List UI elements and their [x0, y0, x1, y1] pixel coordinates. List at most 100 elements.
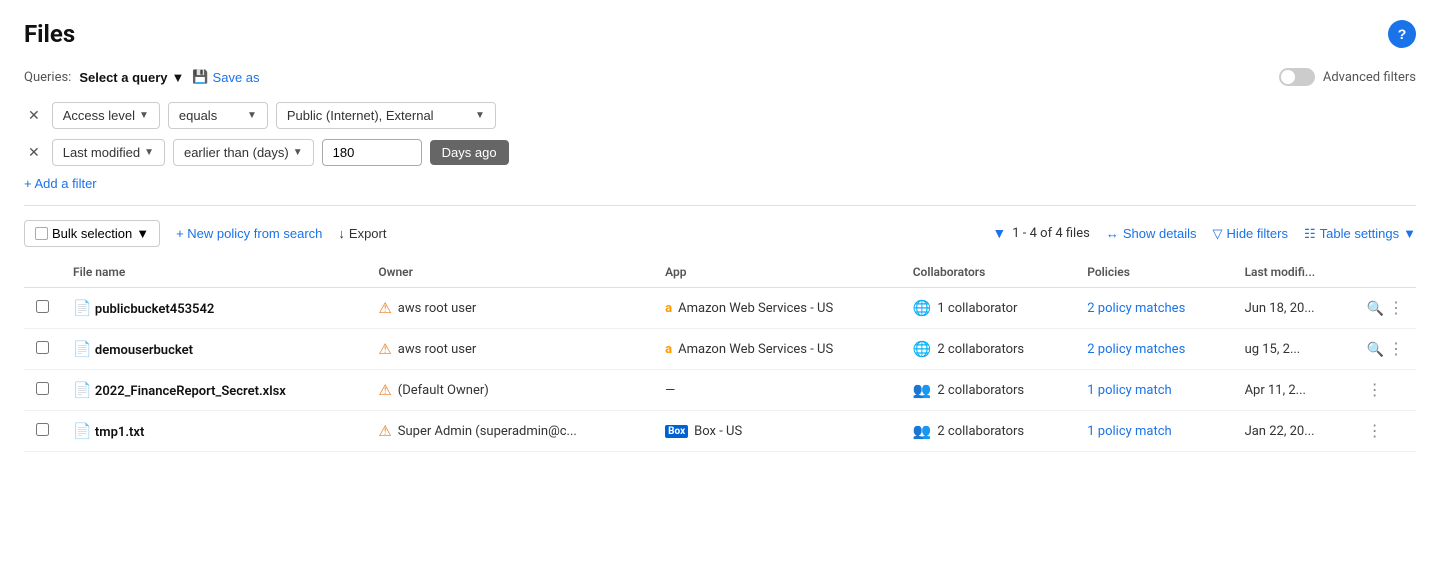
table-row: 📄 publicbucket453542 ⚠ aws root user a Amazo… [24, 288, 1416, 329]
app-cell: aAmazon Web Services - US [665, 342, 889, 357]
add-filter-button[interactable]: + Add a filter [24, 176, 97, 191]
chevron-down-icon: ▼ [247, 110, 257, 121]
show-details-button[interactable]: ↔ Show details [1106, 226, 1197, 241]
file-icon: 📄 [73, 299, 92, 317]
policy-matches: 2 policy matches [1087, 301, 1185, 316]
table-row: 📄 tmp1.txt ⚠Super Admin (superadmin@c... B… [24, 411, 1416, 452]
row-checkbox[interactable] [36, 382, 49, 395]
filter-clear-2[interactable]: ✕ [24, 142, 44, 163]
collaborators-cell: 🌐2 collaborators [913, 340, 1064, 358]
actions-row: Bulk selection ▼ + New policy from searc… [24, 220, 1416, 247]
app-cell: a Amazon Web Services - US [665, 301, 889, 316]
col-owner: Owner [366, 257, 653, 288]
help-button[interactable]: ? [1388, 20, 1416, 48]
advanced-filters-label: Advanced filters [1323, 70, 1416, 85]
more-options-button[interactable]: ⋮ [1388, 339, 1404, 359]
search-row-button[interactable]: 🔍 [1367, 300, 1384, 317]
group-icon: 👥 [913, 381, 932, 399]
funnel-icon: ▼ [992, 225, 1006, 242]
globe-icon: 🌐 [913, 299, 932, 317]
collaborators-count: 2 collaborators [937, 342, 1024, 357]
collaborators-cell: 👥 2 collaborators [913, 422, 1064, 440]
warning-icon: ⚠ [378, 340, 391, 358]
table-header-row: File name Owner App Collaborators Polici… [24, 257, 1416, 288]
row-actions: ⋮ [1367, 421, 1404, 441]
group-icon: 👥 [913, 422, 932, 440]
bulk-selection-button[interactable]: Bulk selection ▼ [24, 220, 160, 247]
owner-cell: ⚠ (Default Owner) [378, 381, 641, 399]
app-cell: BoxBox - US [665, 424, 889, 439]
row-actions: 🔍⋮ [1367, 339, 1404, 359]
collaborators-count: 1 collaborator [937, 301, 1017, 316]
collaborators-count: 2 collaborators [937, 383, 1024, 398]
filter-days-input[interactable] [322, 139, 422, 166]
last-modified: Jan 22, 20... [1245, 424, 1315, 439]
row-checkbox[interactable] [36, 300, 49, 313]
file-name: 2022_FinanceReport_Secret.xlsx [95, 384, 286, 399]
hide-filters-button[interactable]: ▽ Hide filters [1213, 226, 1288, 242]
owner-cell: ⚠Super Admin (superadmin@c... [378, 422, 641, 440]
owner-name: (Default Owner) [398, 383, 489, 398]
more-options-button[interactable]: ⋮ [1388, 298, 1404, 318]
more-options-button[interactable]: ⋮ [1367, 421, 1383, 441]
row-actions: ⋮ [1367, 380, 1404, 400]
last-modified: Jun 18, 20... [1245, 301, 1315, 316]
table-row: 📄 2022_FinanceReport_Secret.xlsx ⚠ (Defaul… [24, 370, 1416, 411]
chevron-down-icon: ▼ [139, 110, 149, 121]
chevron-down-icon: ▼ [171, 70, 184, 85]
days-ago-button[interactable]: Days ago [430, 140, 509, 165]
filter-clear-1[interactable]: ✕ [24, 105, 44, 126]
new-policy-button[interactable]: + New policy from search [176, 226, 322, 241]
divider [24, 205, 1416, 206]
select-query-dropdown[interactable]: Select a query ▼ [79, 70, 184, 85]
row-checkbox[interactable] [36, 341, 49, 354]
amazon-icon: a [665, 301, 672, 316]
last-modified: Apr 11, 2... [1245, 383, 1306, 398]
files-table: File name Owner App Collaborators Polici… [24, 257, 1416, 452]
arrows-icon: ↔ [1106, 226, 1119, 241]
export-button[interactable]: ↓ Export [338, 226, 386, 241]
col-filename: File name [61, 257, 366, 288]
last-modified: ug 15, 2... [1245, 342, 1301, 357]
save-as-button[interactable]: 💾 Save as [192, 69, 259, 85]
file-icon: 📄 [73, 340, 92, 358]
amazon-icon: a [665, 342, 672, 357]
filters-section: ✕ Access level ▼ equals ▼ Public (Intern… [24, 102, 1416, 166]
row-actions: 🔍⋮ [1367, 298, 1404, 318]
warning-icon: ⚠ [378, 381, 391, 399]
filter-operator-1[interactable]: equals ▼ [168, 102, 268, 129]
file-name: publicbucket453542 [95, 302, 214, 317]
save-icon: 💾 [192, 69, 208, 85]
policy-matches: 2 policy matches [1087, 342, 1185, 357]
filter-field-2[interactable]: Last modified ▼ [52, 139, 165, 166]
col-policies: Policies [1075, 257, 1232, 288]
filter-value-1[interactable]: Public (Internet), External ▼ [276, 102, 496, 129]
col-lastmod: Last modifi... [1233, 257, 1355, 288]
owner-name: aws root user [398, 301, 477, 316]
collaborators-count: 2 collaborators [937, 424, 1024, 439]
row-checkbox[interactable] [36, 423, 49, 436]
filter-operator-2[interactable]: earlier than (days) ▼ [173, 139, 314, 166]
owner-name: Super Admin (superadmin@c... [398, 424, 577, 439]
file-name: tmp1.txt [95, 425, 144, 440]
download-icon: ↓ [338, 226, 345, 241]
file-icon: 📄 [73, 381, 92, 399]
search-row-button[interactable]: 🔍 [1367, 341, 1384, 358]
col-checkbox [24, 257, 61, 288]
app-name: Amazon Web Services - US [678, 301, 833, 316]
table-settings-button[interactable]: ☷ Table settings ▼ [1304, 226, 1416, 242]
filter-field-1[interactable]: Access level ▼ [52, 102, 160, 129]
chevron-down-icon: ▼ [293, 147, 303, 158]
chevron-down-icon: ▼ [1403, 226, 1416, 241]
app-name: Box - US [694, 424, 742, 439]
advanced-filters-toggle[interactable] [1279, 68, 1315, 86]
warning-icon: ⚠ [378, 299, 391, 317]
filter-icon: ▽ [1213, 226, 1223, 242]
more-options-button[interactable]: ⋮ [1367, 380, 1383, 400]
results-info: ▼ 1 - 4 of 4 files [992, 225, 1089, 242]
collaborators-cell: 👥 2 collaborators [913, 381, 1064, 399]
policy-matches: 1 policy match [1087, 424, 1171, 439]
file-icon: 📄 [73, 422, 92, 440]
app-cell: — [665, 383, 889, 398]
filter-row-1: ✕ Access level ▼ equals ▼ Public (Intern… [24, 102, 1416, 129]
